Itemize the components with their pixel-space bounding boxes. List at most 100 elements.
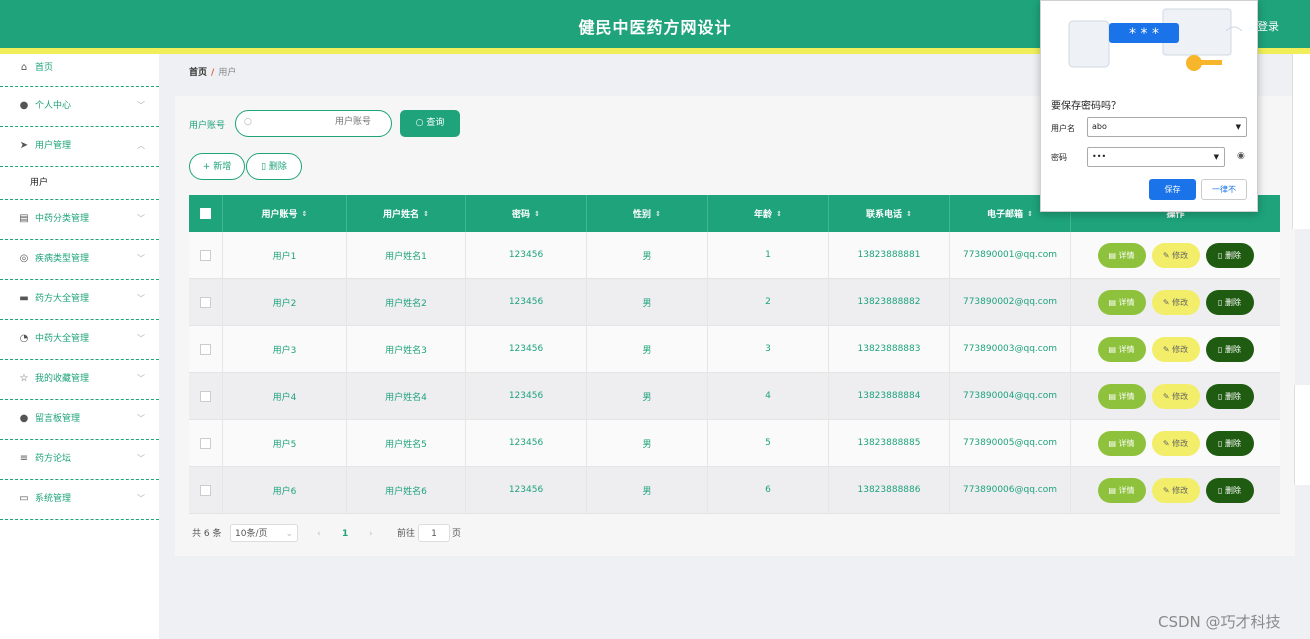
trash-icon: ▯ [261, 162, 267, 172]
row-checkbox[interactable] [200, 249, 211, 261]
prev-page-icon[interactable]: ‹ [317, 524, 321, 544]
table-cell: 773890002@qq.com [950, 279, 1071, 325]
row-checkbox[interactable] [200, 296, 211, 308]
delete-button[interactable]: ▯ 删除 [1205, 430, 1254, 456]
sidebar-item[interactable]: ◔ 中药大全管理 ﹀ [0, 320, 159, 360]
column-header[interactable]: 用户账号 ⇕ [223, 195, 347, 232]
delete-button-label: 删除 [1224, 250, 1241, 260]
sidebar-item-label: 疾病类型管理 [35, 254, 90, 264]
goto-page-input[interactable]: 1 [418, 524, 450, 542]
column-header[interactable]: 联系电话 ⇕ [829, 195, 950, 232]
table-cell: 3 [708, 326, 829, 372]
row-checkbox[interactable] [200, 484, 211, 496]
sort-icon[interactable]: ⇕ [1027, 210, 1033, 218]
search-input[interactable] [309, 116, 373, 128]
sidebar-item[interactable]: ➤ 用户管理 ︿ [0, 127, 159, 167]
next-page-icon[interactable]: › [369, 524, 373, 544]
dropdown-arrow-icon: ▼ [1213, 153, 1219, 161]
edit-button-label: 修改 [1172, 391, 1189, 401]
table-row: 用户5 用户姓名5 123456 男 5 13823888885 773890005@qq.… [189, 420, 1280, 467]
document-icon: ▤ [1108, 250, 1119, 260]
page-size-select[interactable]: 10条/页 ⌄ [230, 524, 298, 542]
trash-icon: ▯ [1218, 485, 1225, 495]
password-select[interactable]: ••• ▼ [1087, 147, 1225, 167]
row-checkbox-cell [189, 232, 223, 278]
edit-button[interactable]: ✎ 修改 [1151, 477, 1200, 503]
delete-button[interactable]: ▯ 删除 [1205, 289, 1254, 315]
sidebar-item[interactable]: ▬ 药方大全管理 ﹀ [0, 280, 159, 320]
select-all-checkbox[interactable] [200, 208, 211, 219]
detail-button[interactable]: ▤ 详情 [1097, 430, 1146, 456]
sort-icon[interactable]: ⇕ [655, 210, 661, 218]
detail-button[interactable]: ▤ 详情 [1097, 336, 1146, 362]
user-table: 用户账号 ⇕ 用户姓名 ⇕ 密码 ⇕ 性别 ⇕ 年龄 ⇕ 联系电话 ⇕ 电子邮箱 ⇕ 操作 用户1 用户姓名1… [189, 195, 1280, 514]
batch-delete-button[interactable]: ▯ 删除 [246, 153, 302, 180]
sidebar-item[interactable]: ☆ 我的收藏管理 ﹀ [0, 360, 159, 400]
current-page[interactable]: 1 [342, 524, 348, 544]
sort-icon[interactable]: ⇕ [906, 210, 912, 218]
save-password-button[interactable]: 保存 [1149, 179, 1196, 200]
sidebar-item[interactable]: ≡ 药方论坛 ﹀ [0, 440, 159, 480]
query-button-label: 查询 [426, 118, 445, 128]
never-save-button[interactable]: 一律不 [1201, 179, 1247, 200]
delete-button[interactable]: ▯ 删除 [1205, 477, 1254, 503]
row-actions-cell: ▤ 详情 ✎ 修改 ▯ 删除 [1071, 373, 1280, 419]
column-header[interactable]: 用户姓名 ⇕ [347, 195, 466, 232]
detail-button[interactable]: ▤ 详情 [1097, 242, 1146, 268]
table-cell: 用户1 [223, 232, 347, 278]
sidebar-item[interactable]: ▤ 中药分类管理 ﹀ [0, 200, 159, 240]
edit-button-label: 修改 [1172, 250, 1189, 260]
row-checkbox[interactable] [200, 343, 211, 355]
sidebar-item-label: 留言板管理 [35, 414, 81, 424]
sidebar-item[interactable]: ⌂ 首页 [0, 54, 159, 87]
trash-icon: ▯ [1218, 438, 1225, 448]
table-cell: 2 [708, 279, 829, 325]
detail-button[interactable]: ▤ 详情 [1097, 477, 1146, 503]
table-cell: 男 [587, 467, 708, 513]
add-button[interactable]: + 新增 [189, 153, 245, 180]
delete-button[interactable]: ▯ 删除 [1205, 383, 1254, 409]
delete-button-label: 删除 [1224, 438, 1241, 448]
row-checkbox-cell [189, 279, 223, 325]
detail-button-label: 详情 [1118, 438, 1135, 448]
login-link[interactable]: 登录 [1257, 18, 1279, 34]
sort-icon[interactable]: ⇕ [534, 210, 540, 218]
dropdown-arrow-icon: ▼ [1235, 123, 1241, 131]
sort-icon[interactable]: ⇕ [776, 210, 782, 218]
sort-icon[interactable]: ⇕ [423, 210, 429, 218]
row-checkbox-cell [189, 420, 223, 466]
page-size-value: 10条/页 [235, 529, 268, 539]
detail-button[interactable]: ▤ 详情 [1097, 383, 1146, 409]
breadcrumb-home[interactable]: 首页 [189, 68, 207, 78]
delete-button-label: 删除 [1224, 344, 1241, 354]
edit-button[interactable]: ✎ 修改 [1151, 336, 1200, 362]
row-checkbox[interactable] [200, 390, 211, 402]
column-header[interactable]: 年龄 ⇕ [708, 195, 829, 232]
delete-button[interactable]: ▯ 删除 [1205, 242, 1254, 268]
delete-button[interactable]: ▯ 删除 [1205, 336, 1254, 362]
detail-button[interactable]: ▤ 详情 [1097, 289, 1146, 315]
column-header-label: 电子邮箱 [987, 210, 1024, 220]
sidebar-item[interactable]: ● 留言板管理 ﹀ [0, 400, 159, 440]
edit-button[interactable]: ✎ 修改 [1151, 242, 1200, 268]
column-header[interactable]: 密码 ⇕ [466, 195, 587, 232]
side-panel-edge [1292, 54, 1310, 229]
sidebar-item[interactable]: ▭ 系统管理 ﹀ [0, 480, 159, 520]
table-cell: 5 [708, 420, 829, 466]
sidebar-subitem[interactable]: 用户 [0, 167, 159, 200]
eye-icon[interactable]: ◉ [1237, 151, 1245, 161]
sort-icon[interactable]: ⇕ [302, 210, 308, 218]
edit-button[interactable]: ✎ 修改 [1151, 289, 1200, 315]
search-field[interactable]: ○ [235, 110, 392, 137]
table-cell: 13823888886 [829, 467, 950, 513]
row-checkbox[interactable] [200, 437, 211, 449]
query-button[interactable]: ○ 查询 [400, 110, 460, 137]
column-header[interactable]: 性别 ⇕ [587, 195, 708, 232]
sidebar-item[interactable]: ◎ 疾病类型管理 ﹀ [0, 240, 159, 280]
sidebar-item[interactable]: ● 个人中心 ﹀ [0, 87, 159, 127]
edit-button[interactable]: ✎ 修改 [1151, 383, 1200, 409]
edit-button[interactable]: ✎ 修改 [1151, 430, 1200, 456]
send-icon: ➤ [19, 140, 29, 151]
sidebar-item-label: 个人中心 [35, 101, 72, 111]
username-select[interactable]: abo ▼ [1087, 117, 1247, 137]
